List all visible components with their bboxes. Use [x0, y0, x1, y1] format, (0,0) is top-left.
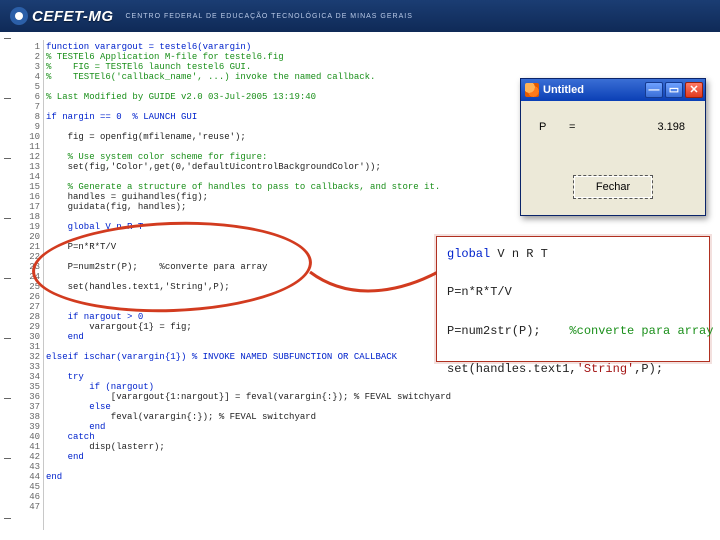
code-callout: global V n R T P=n*R*T/V P=num2str(P); %… — [436, 236, 710, 362]
maximize-icon: ▭ — [669, 85, 679, 96]
callout-line-1: global V n R T — [447, 245, 699, 264]
window-body: P = 3.198 Fechar — [521, 101, 705, 215]
brand-name: CEFET-MG — [32, 8, 114, 25]
window-buttons: — ▭ ✕ — [645, 82, 703, 98]
close-icon: ✕ — [689, 85, 698, 96]
code-editor: 1234567891011121314151617181920212223242… — [22, 40, 420, 530]
logo-bullet-icon — [10, 7, 28, 25]
minimize-icon: — — [649, 85, 660, 96]
callout-line-3: P=num2str(P); %converte para array — [447, 322, 699, 341]
minimize-button[interactable]: — — [645, 82, 663, 98]
brand-subtitle: CENTRO FEDERAL DE EDUCAÇÃO TECNOLÓGICA D… — [126, 13, 413, 20]
maximize-button[interactable]: ▭ — [665, 82, 683, 98]
fechar-button[interactable]: Fechar — [573, 175, 653, 199]
result-window: Untitled — ▭ ✕ P = 3.198 Fechar — [520, 78, 706, 216]
fechar-button-label: Fechar — [596, 181, 630, 193]
window-title: Untitled — [543, 84, 584, 96]
close-button[interactable]: ✕ — [685, 82, 703, 98]
output-value: 3.198 — [657, 121, 685, 133]
line-number-gutter: 1234567891011121314151617181920212223242… — [22, 40, 44, 530]
output-eq-label: = — [569, 121, 575, 133]
titlebar[interactable]: Untitled — ▭ ✕ — [521, 79, 705, 101]
brand-logo: CEFET-MG CENTRO FEDERAL DE EDUCAÇÃO TECN… — [0, 7, 413, 25]
code-area[interactable]: function varargout = testel6(varargin)% … — [46, 40, 420, 530]
callout-line-4: set(handles.text1,'String',P); — [447, 360, 699, 379]
left-ruler — [0, 38, 16, 534]
output-p-label: P — [539, 121, 546, 133]
app-header: CEFET-MG CENTRO FEDERAL DE EDUCAÇÃO TECN… — [0, 0, 720, 32]
callout-line-2: P=n*R*T/V — [447, 283, 699, 302]
matlab-icon — [525, 83, 539, 97]
